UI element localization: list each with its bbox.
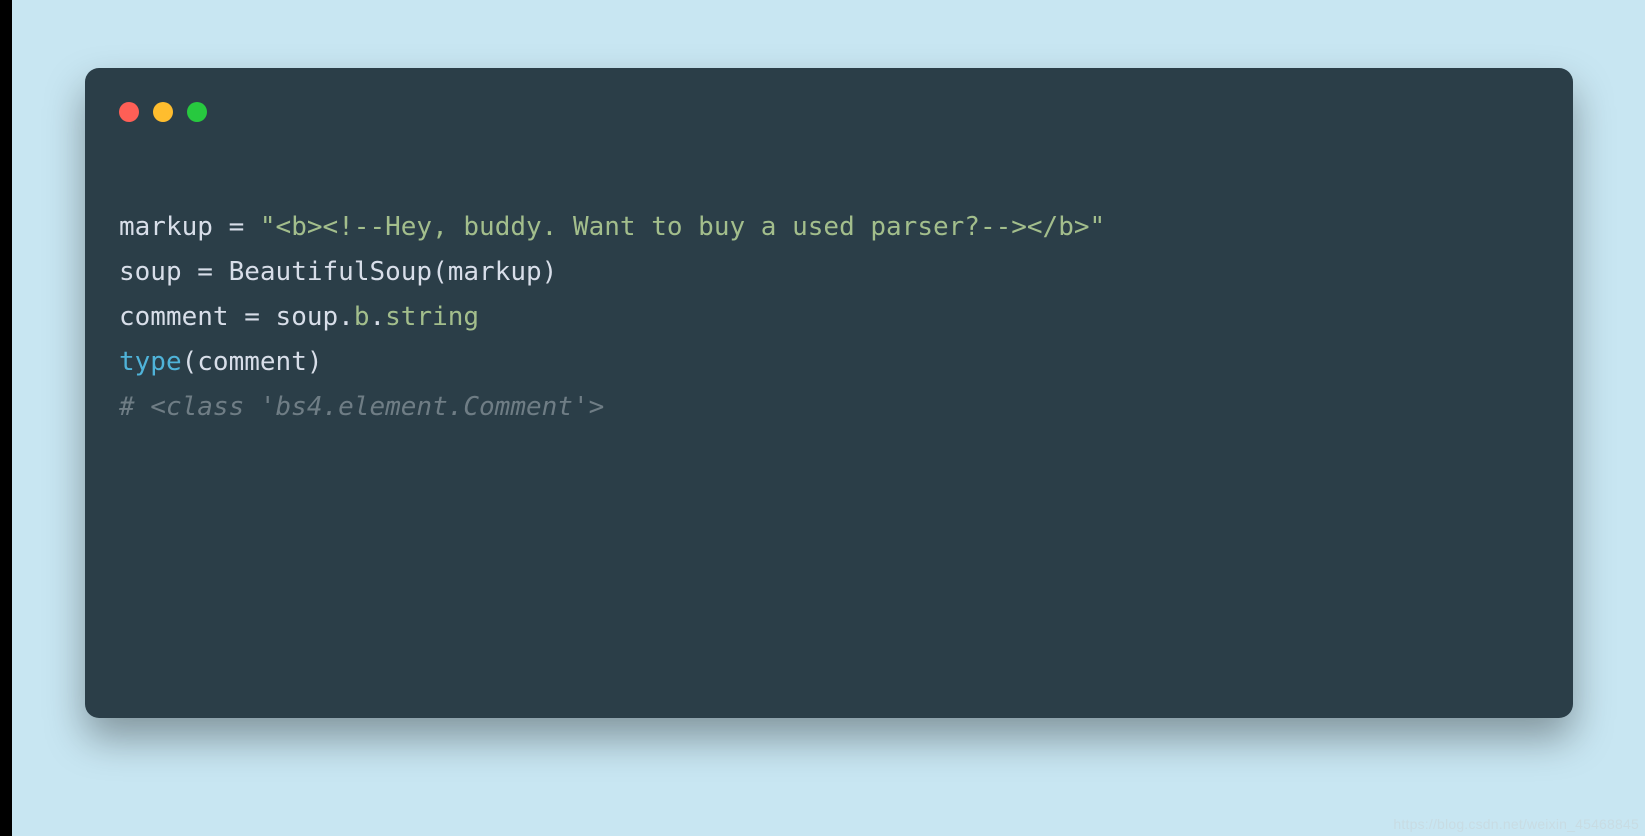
tok-op: = bbox=[213, 212, 260, 242]
tok-call: BeautifulSoup bbox=[229, 257, 433, 287]
tok-paren-open: ( bbox=[182, 347, 198, 377]
window-controls bbox=[119, 102, 207, 122]
tok-comment: # <class 'bs4.element.Comment'> bbox=[119, 392, 604, 422]
tok-op: = bbox=[229, 302, 276, 332]
tok-dot: . bbox=[338, 302, 354, 332]
tok-dot: . bbox=[369, 302, 385, 332]
code-line-5: # <class 'bs4.element.Comment'> bbox=[119, 392, 604, 422]
code-block: markup = "<b><!--Hey, buddy. Want to buy… bbox=[119, 160, 1539, 475]
tok-keyword: type bbox=[119, 347, 182, 377]
tok-paren-close: ) bbox=[542, 257, 558, 287]
window-dot-yellow bbox=[153, 102, 173, 122]
window-dot-red bbox=[119, 102, 139, 122]
code-line-2: soup = BeautifulSoup(markup) bbox=[119, 257, 557, 287]
tok-attr: b bbox=[354, 302, 370, 332]
tok-arg: markup bbox=[448, 257, 542, 287]
watermark: https://blog.csdn.net/weixin_45468845 bbox=[1393, 816, 1639, 832]
tok-arg: comment bbox=[197, 347, 307, 377]
tok-var: comment bbox=[119, 302, 229, 332]
left-edge-strip bbox=[0, 0, 12, 836]
tok-op: = bbox=[182, 257, 229, 287]
tok-var: soup bbox=[119, 257, 182, 287]
window-dot-green bbox=[187, 102, 207, 122]
code-line-1: markup = "<b><!--Hey, buddy. Want to buy… bbox=[119, 212, 1105, 242]
code-card: markup = "<b><!--Hey, buddy. Want to buy… bbox=[85, 68, 1573, 718]
tok-paren-close: ) bbox=[307, 347, 323, 377]
tok-string: "<b><!--Hey, buddy. Want to buy a used p… bbox=[260, 212, 1105, 242]
code-line-4: type(comment) bbox=[119, 347, 323, 377]
tok-obj: soup bbox=[276, 302, 339, 332]
tok-paren-open: ( bbox=[432, 257, 448, 287]
code-line-3: comment = soup.b.string bbox=[119, 302, 479, 332]
tok-var: markup bbox=[119, 212, 213, 242]
tok-attr: string bbox=[385, 302, 479, 332]
